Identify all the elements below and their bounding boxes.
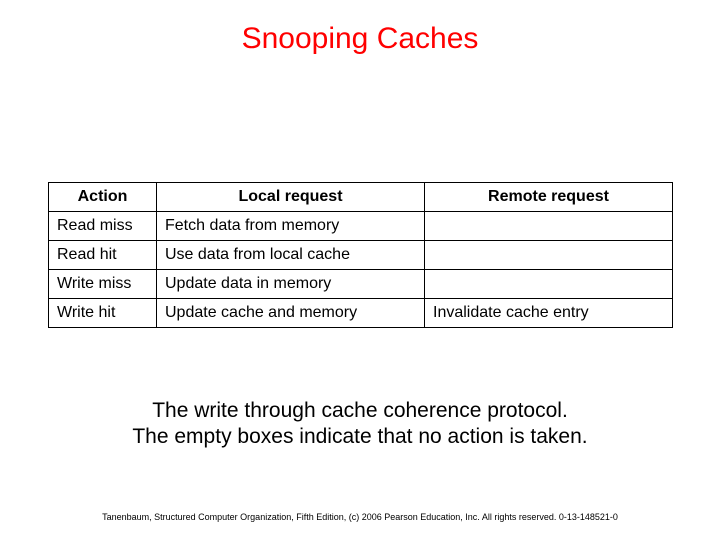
cell-remote: Invalidate cache entry [425, 299, 673, 328]
cell-action: Write hit [49, 299, 157, 328]
cell-action: Read miss [49, 212, 157, 241]
cell-action: Read hit [49, 241, 157, 270]
table: Action Local request Remote request Read… [48, 182, 673, 328]
cell-remote [425, 270, 673, 299]
cell-remote [425, 241, 673, 270]
caption-line-2: The empty boxes indicate that no action … [132, 425, 587, 448]
slide-title: Snooping Caches [0, 22, 720, 56]
cell-local: Fetch data from memory [157, 212, 425, 241]
header-remote: Remote request [425, 183, 673, 212]
cell-remote [425, 212, 673, 241]
caption-line-1: The write through cache coherence protoc… [152, 399, 568, 422]
cell-local: Update cache and memory [157, 299, 425, 328]
cell-local: Update data in memory [157, 270, 425, 299]
table-row: Write hit Update cache and memory Invali… [49, 299, 673, 328]
table-row: Write miss Update data in memory [49, 270, 673, 299]
cell-action: Write miss [49, 270, 157, 299]
slide: Snooping Caches Action Local request Rem… [0, 0, 720, 540]
table-row: Read hit Use data from local cache [49, 241, 673, 270]
header-local: Local request [157, 183, 425, 212]
footer-citation: Tanenbaum, Structured Computer Organizat… [0, 512, 720, 522]
protocol-table: Action Local request Remote request Read… [48, 182, 672, 328]
header-action: Action [49, 183, 157, 212]
table-header-row: Action Local request Remote request [49, 183, 673, 212]
cell-local: Use data from local cache [157, 241, 425, 270]
table-row: Read miss Fetch data from memory [49, 212, 673, 241]
caption: The write through cache coherence protoc… [0, 398, 720, 451]
